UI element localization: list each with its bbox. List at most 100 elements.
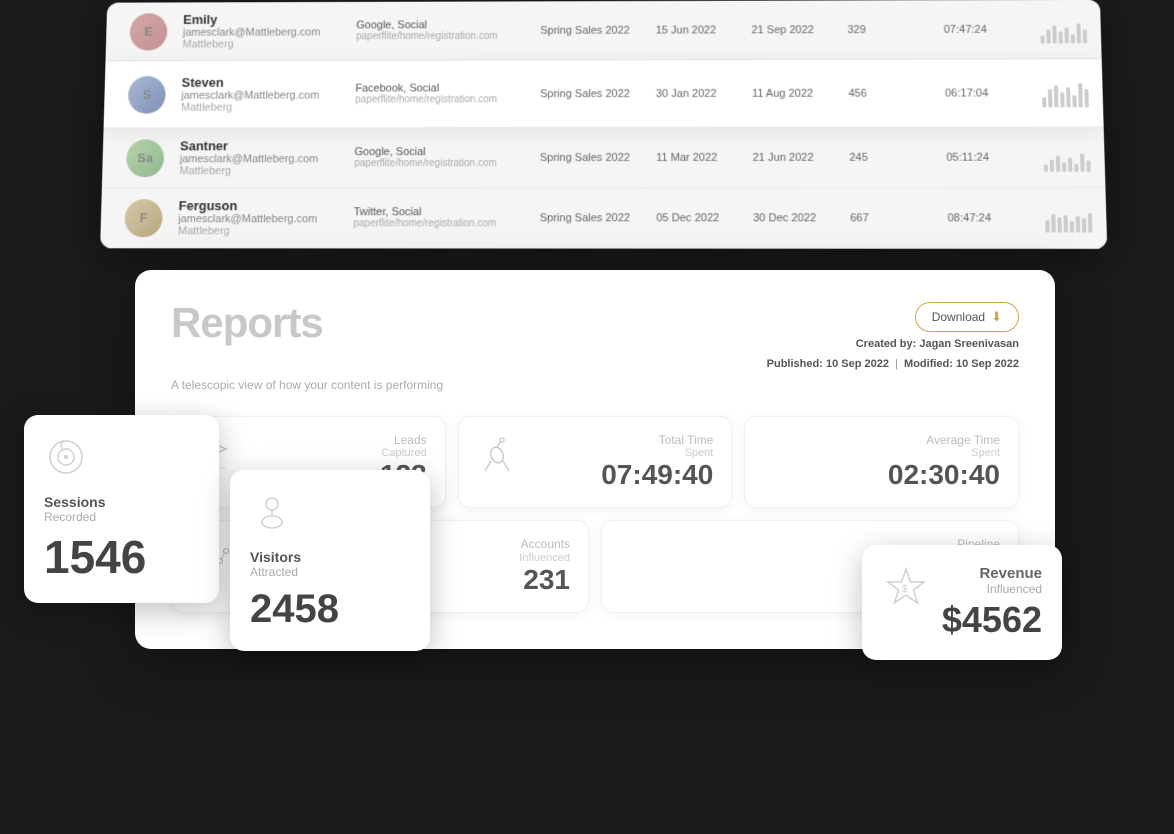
download-button[interactable]: Download ⬇ <box>915 302 1019 332</box>
user-company: Mattleberg <box>182 38 340 50</box>
revenue-value: $4562 <box>942 600 1042 640</box>
user-info: Santner jamesclark@Mattleberg.com Mattle… <box>179 138 338 177</box>
revenue-label-top: Revenue <box>942 565 1042 582</box>
sessions-icon <box>44 466 88 483</box>
leads-label-top: Leads <box>380 433 427 447</box>
sessions-count: 456 <box>848 87 929 99</box>
table-row[interactable]: E Emily jamesclark@Mattleberg.com Mattle… <box>106 0 1102 61</box>
revenue-label-bottom: Influenced <box>942 582 1042 596</box>
user-company: Mattleberg <box>179 165 338 177</box>
duration: 07:47:24 <box>944 23 1025 35</box>
avatar: S <box>128 76 166 114</box>
campaign: Spring Sales 2022 <box>540 88 640 100</box>
start-date: 30 Jan 2022 <box>656 87 736 99</box>
mini-chart <box>1042 79 1089 107</box>
source-url: paperflite/home/registration.com <box>355 94 524 105</box>
avatar: Sa <box>126 139 165 177</box>
visitors-icon-svg <box>250 490 294 534</box>
stat-card-sessions: Sessions Recorded 1546 <box>24 415 219 603</box>
download-label: Download <box>932 310 985 324</box>
avg-time-label-bottom: Spent <box>888 447 1000 459</box>
reports-subtitle: A telescopic view of how your content is… <box>171 378 1019 392</box>
user-info: Steven jamesclark@Mattleberg.com Mattleb… <box>181 75 340 114</box>
source-url: paperflite/home/registration.com <box>354 158 524 169</box>
sessions-label-sub: Recorded <box>44 510 199 524</box>
source-name: Google, Social <box>356 19 524 31</box>
source-info: Google, Social paperflite/home/registrat… <box>356 19 524 42</box>
leads-label-bottom: Captured <box>380 447 427 459</box>
total-time-label-top: Total Time <box>601 433 713 447</box>
start-date: 15 Jun 2022 <box>656 24 736 36</box>
user-company: Mattleberg <box>181 101 339 113</box>
source-info: Facebook, Social paperflite/home/registr… <box>355 82 524 105</box>
user-info: Emily jamesclark@Mattleberg.com Mattlebe… <box>182 12 340 51</box>
telescope-icon-svg <box>477 433 521 477</box>
duration: 06:17:04 <box>945 87 1026 99</box>
reports-title: Reports <box>171 302 323 344</box>
campaign: Spring Sales 2022 <box>540 212 641 224</box>
source-name: Twitter, Social <box>354 206 524 218</box>
total-time-value: 07:49:40 <box>601 459 713 491</box>
avg-time-value: 02:30:40 <box>888 459 1000 491</box>
avg-time-label-top: Average Time <box>888 433 1000 447</box>
table-row[interactable]: Sa Santner jamesclark@Mattleberg.com Mat… <box>102 127 1106 188</box>
visitors-label-sub: Attracted <box>250 565 410 579</box>
end-date: 21 Sep 2022 <box>751 24 831 36</box>
visitors-icon <box>250 521 294 538</box>
avatar: E <box>129 13 167 50</box>
user-name: Santner <box>180 138 339 153</box>
user-email: jamesclark@Mattleberg.com <box>181 90 339 102</box>
sessions-icon-svg <box>44 435 88 479</box>
table-row-highlighted[interactable]: S Steven jamesclark@Mattleberg.com Mattl… <box>104 59 1104 128</box>
end-date: 30 Dec 2022 <box>753 212 834 224</box>
visitors-value: 2458 <box>250 587 410 631</box>
end-date: 21 Jun 2022 <box>753 151 834 163</box>
telescope-icon <box>477 433 521 482</box>
duration: 05:11:24 <box>946 151 1027 163</box>
duration: 08:47:24 <box>947 212 1029 224</box>
end-date: 11 Aug 2022 <box>752 87 832 99</box>
sessions-count: 667 <box>850 212 931 224</box>
source-url: paperflite/home/registration.com <box>353 218 523 229</box>
start-date: 11 Mar 2022 <box>656 151 736 163</box>
user-email: jamesclark@Mattleberg.com <box>178 213 338 225</box>
table-panel: E Emily jamesclark@Mattleberg.com Mattle… <box>100 0 1107 249</box>
source-info: Google, Social paperflite/home/registrat… <box>354 146 524 169</box>
source-name: Google, Social <box>354 146 524 158</box>
user-info: Ferguson jamesclark@Mattleberg.com Mattl… <box>178 198 338 237</box>
sessions-count: 245 <box>849 151 930 163</box>
reports-header: Reports Download ⬇ Created by: Jagan Sre… <box>171 302 1019 372</box>
user-name: Ferguson <box>178 198 337 213</box>
accounts-value: 231 <box>519 564 570 596</box>
user-name: Steven <box>181 75 339 90</box>
mini-chart <box>1040 15 1087 43</box>
accounts-label-bottom: Influenced <box>519 552 570 564</box>
reports-meta-dates: Published: 10 Sep 2022 | Modified: 10 Se… <box>767 358 1019 370</box>
source-name: Facebook, Social <box>355 82 524 94</box>
campaign: Spring Sales 2022 <box>540 24 639 36</box>
avatar: F <box>124 199 163 237</box>
user-company: Mattleberg <box>178 225 338 237</box>
svg-text:$: $ <box>902 584 908 595</box>
sessions-count: 329 <box>847 23 927 35</box>
visitors-label-main: Visitors <box>250 549 410 565</box>
metric-total-time: Total Time Spent 07:49:40 <box>458 416 733 508</box>
sessions-value: 1546 <box>44 532 199 583</box>
mini-chart <box>1043 143 1090 171</box>
table-row[interactable]: F Ferguson jamesclark@Mattleberg.com Mat… <box>100 188 1107 249</box>
total-time-label-bottom: Spent <box>601 447 713 459</box>
revenue-icon: $ <box>882 565 930 618</box>
user-email: jamesclark@Mattleberg.com <box>180 153 339 165</box>
start-date: 05 Dec 2022 <box>656 212 737 224</box>
accounts-label-top: Accounts <box>519 537 570 551</box>
revenue-icon-svg: $ <box>882 565 930 613</box>
user-name: Emily <box>183 12 341 27</box>
stat-card-revenue: $ Revenue Influenced $4562 <box>862 545 1062 660</box>
user-email: jamesclark@Mattleberg.com <box>183 26 341 38</box>
download-icon: ⬇ <box>991 309 1002 325</box>
campaign: Spring Sales 2022 <box>540 151 640 163</box>
metric-avg-time: Average Time Spent 02:30:40 <box>744 416 1019 508</box>
mini-chart <box>1045 204 1093 232</box>
stat-card-visitors: Visitors Attracted 2458 <box>230 470 430 651</box>
reports-meta-created: Created by: Jagan Sreenivasan <box>856 338 1019 350</box>
